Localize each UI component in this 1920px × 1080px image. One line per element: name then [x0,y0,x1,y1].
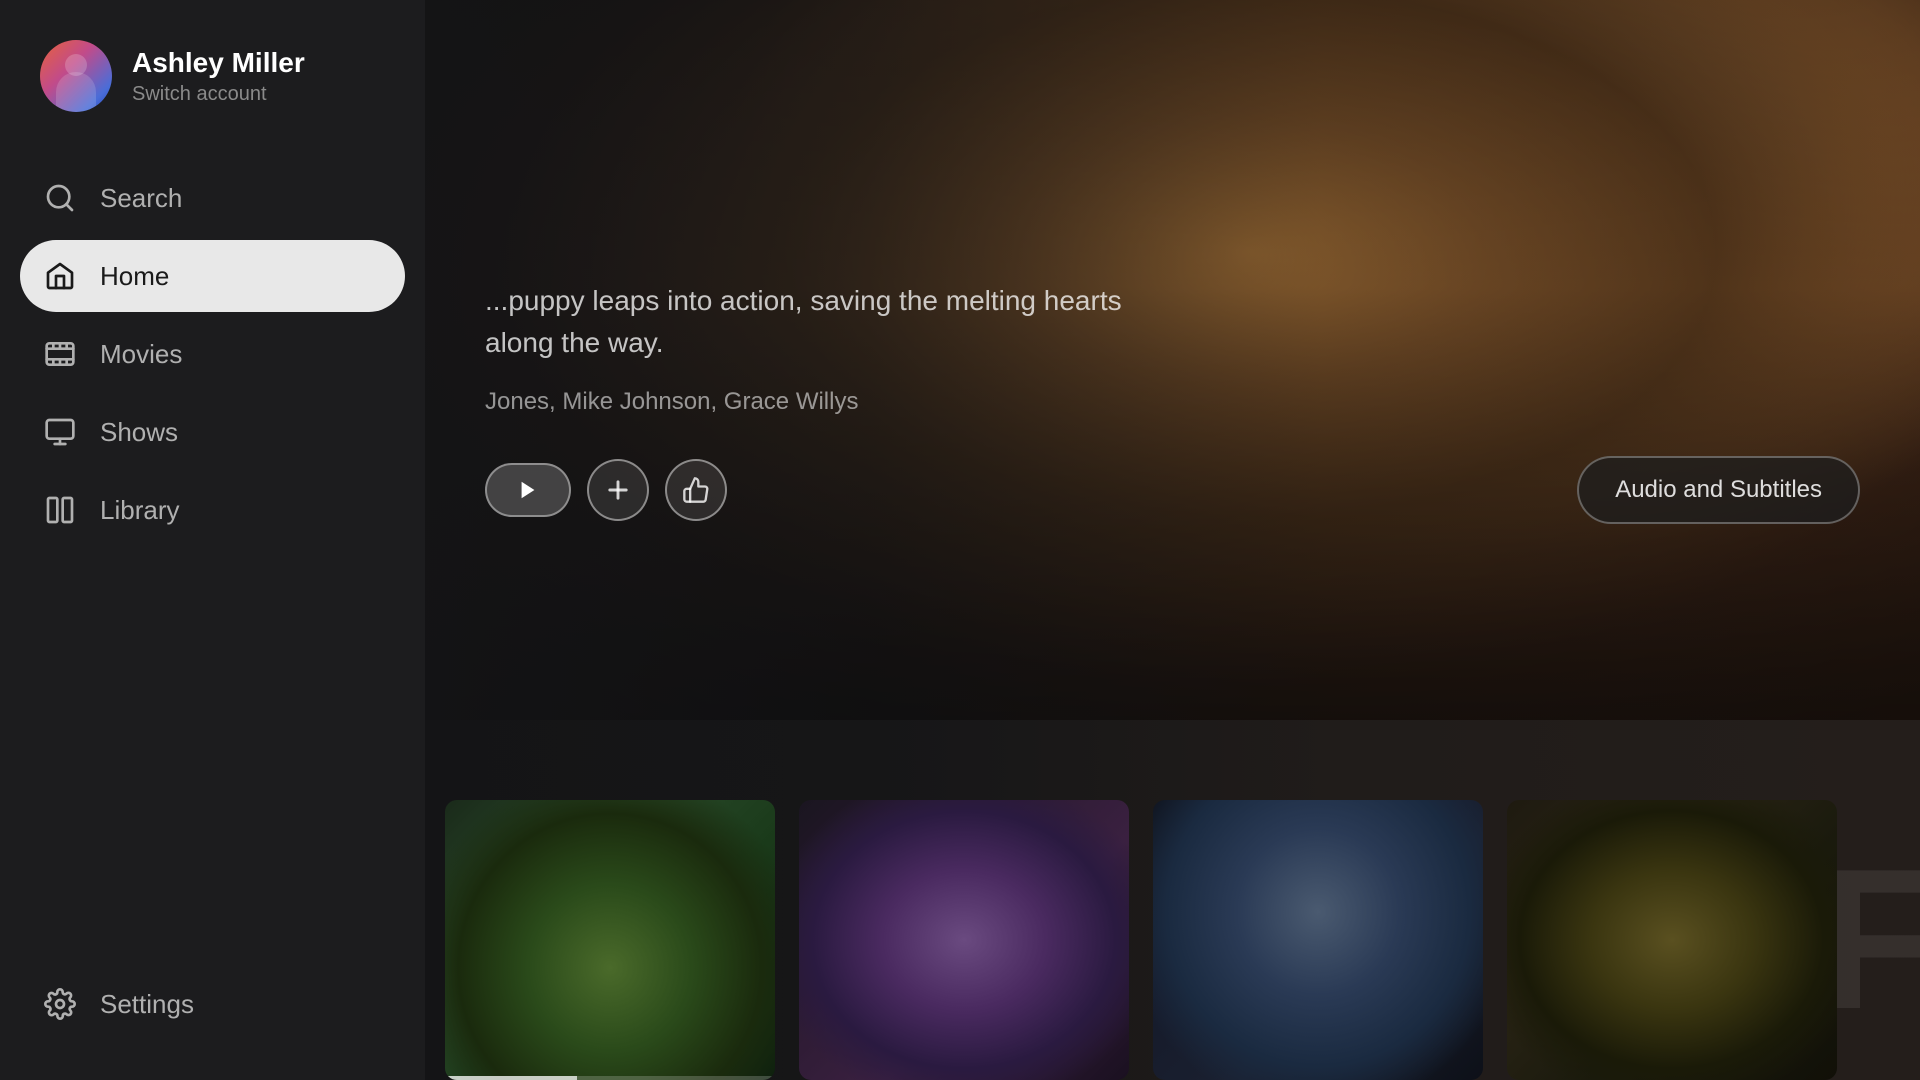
hero-cast: Jones, Mike Johnson, Grace Willys [485,388,1860,416]
shows-icon [42,414,78,450]
switch-account-link[interactable]: Switch account [132,83,305,106]
sidebar-item-movies[interactable]: Movies [20,318,405,390]
add-to-list-button[interactable] [587,459,649,521]
search-icon [42,180,78,216]
sidebar-item-shows-label: Shows [100,417,178,448]
thumbnail-2[interactable] [799,800,1129,1080]
settings-section: Settings [0,948,425,1080]
thumbnail-1[interactable] [445,800,775,1080]
settings-icon [42,986,78,1022]
thumbnails-row [425,760,1920,1080]
home-icon [42,258,78,294]
like-button[interactable] [665,459,727,521]
sidebar-item-settings-label: Settings [100,989,194,1020]
thumbnail-1-progress-track [445,1076,775,1080]
main-content: ...puppy leaps into action, saving the m… [425,0,1920,1080]
movies-icon [42,336,78,372]
user-info: Ashley Miller Switch account [132,46,305,107]
sidebar-item-library-label: Library [100,495,179,526]
avatar [40,40,112,112]
sidebar-item-library[interactable]: Library [20,474,405,546]
audio-subtitles-button[interactable]: Audio and Subtitles [1577,456,1860,524]
user-profile[interactable]: Ashley Miller Switch account [0,0,425,142]
action-buttons: Audio and Subtitles [485,456,1860,524]
thumbnail-4[interactable] [1507,800,1837,1080]
hero-content: ...puppy leaps into action, saving the m… [485,280,1860,524]
sidebar-item-search[interactable]: Search [20,162,405,234]
sidebar-item-settings[interactable]: Settings [20,968,405,1040]
nav-section: Search Home [0,142,425,948]
sidebar: Ashley Miller Switch account Search [0,0,425,1080]
thumbnail-3[interactable] [1153,800,1483,1080]
sidebar-item-movies-label: Movies [100,339,182,370]
sidebar-item-home-label: Home [100,261,169,292]
sidebar-item-home[interactable]: Home [20,240,405,312]
play-button[interactable] [485,463,571,517]
thumbnail-1-progress-bar [445,1076,577,1080]
sidebar-item-search-label: Search [100,183,182,214]
library-icon [42,492,78,528]
sidebar-item-shows[interactable]: Shows [20,396,405,468]
hero-description: ...puppy leaps into action, saving the m… [485,280,1185,364]
user-name: Ashley Miller [132,46,305,80]
